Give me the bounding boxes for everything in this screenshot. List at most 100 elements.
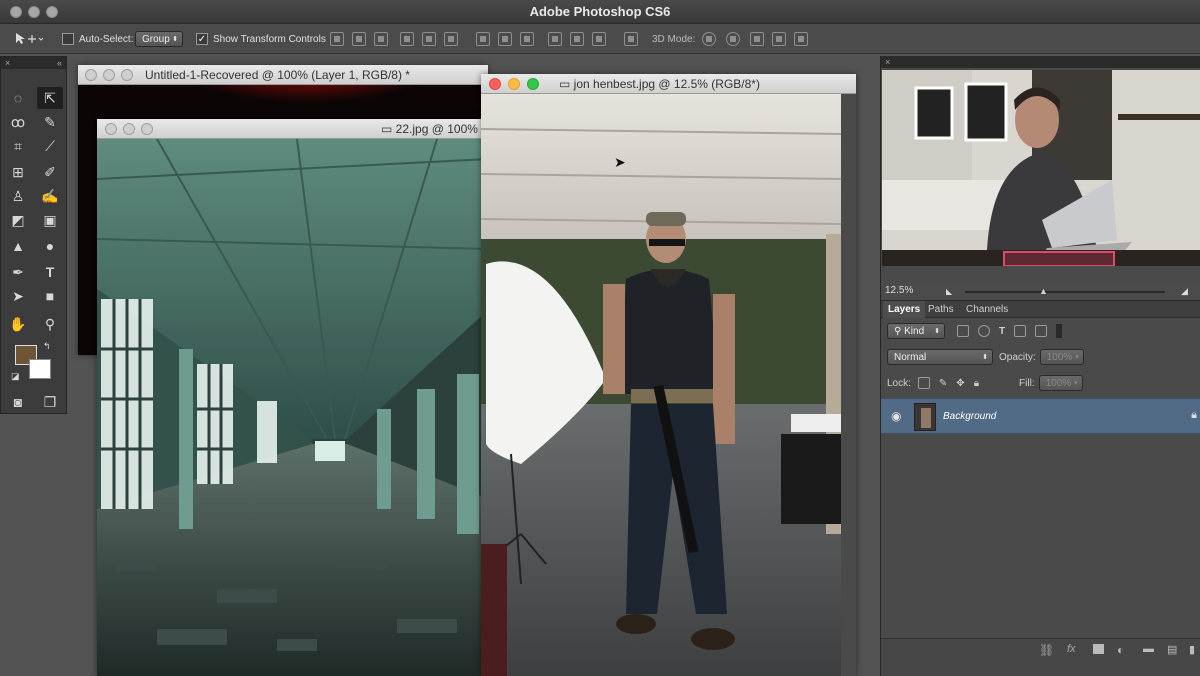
lasso-icon[interactable]: ꝏ <box>5 111 31 133</box>
lock-image-icon[interactable]: ✎ <box>939 378 947 389</box>
lock-all-icon[interactable]: 🔒︎ <box>974 378 979 389</box>
crop-icon[interactable]: ⌗ <box>5 135 31 157</box>
drag-3d-icon[interactable] <box>750 32 764 46</box>
zoom-slider-thumb[interactable]: ▲ <box>1039 286 1048 296</box>
doc-close-button[interactable] <box>105 123 117 135</box>
blend-mode-dropdown[interactable]: Normal ⬍ <box>887 349 993 365</box>
eye-visibility-icon[interactable]: ◉ <box>891 409 901 423</box>
auto-align-icon[interactable] <box>624 32 638 46</box>
filter-smart-object-icon[interactable] <box>1035 325 1048 337</box>
distribute-top-icon[interactable] <box>476 32 490 46</box>
align-vcenter-icon[interactable] <box>352 32 366 46</box>
vertical-scrollbar[interactable] <box>841 94 856 676</box>
align-left-icon[interactable] <box>400 32 414 46</box>
close-panel-icon[interactable]: × <box>5 58 10 68</box>
filter-kind-dropdown[interactable]: ⚲ Kind ⬍ <box>887 323 945 339</box>
screen-mode-icon[interactable]: ❐ <box>37 391 63 413</box>
history-brush-icon[interactable]: ✍ <box>37 185 63 207</box>
filter-toggle-switch[interactable] <box>1056 324 1063 338</box>
lock-position-icon[interactable]: ✥ <box>956 378 964 389</box>
document-title-bar[interactable]: ▭ jon henbest.jpg @ 12.5% (RGB/8*) <box>481 74 856 94</box>
zoom-out-icon[interactable]: ◣ <box>946 287 952 296</box>
link-layers-icon[interactable]: ⛓ <box>1039 643 1054 657</box>
auto-select-dropdown[interactable]: Group ⬍ <box>135 24 183 54</box>
roll-3d-icon[interactable] <box>726 32 740 46</box>
document-canvas[interactable] <box>481 94 841 676</box>
tool-preset-picker[interactable] <box>14 24 44 54</box>
quick-select-icon[interactable]: ✎ <box>37 111 63 133</box>
brush-icon[interactable]: ✐ <box>37 161 63 183</box>
zoom-in-icon[interactable]: ◢ <box>1181 286 1188 297</box>
doc-zoom-button[interactable] <box>527 78 539 90</box>
distribute-vcenter-icon[interactable] <box>498 32 512 46</box>
spot-heal-icon[interactable]: ⊞ <box>5 161 31 183</box>
doc-minimize-button[interactable] <box>123 123 135 135</box>
doc-zoom-button[interactable] <box>141 123 153 135</box>
swap-colors-icon[interactable]: ↰ <box>43 341 51 352</box>
background-color-swatch[interactable] <box>29 359 51 379</box>
show-transform-toggle[interactable]: ✓ Show Transform Controls <box>196 24 326 54</box>
document-title-bar[interactable]: Untitled-1-Recovered @ 100% (Layer 1, RG… <box>78 65 488 85</box>
navigator-zoom-value[interactable]: 12.5% <box>885 285 913 296</box>
auto-select-toggle[interactable]: Auto-Select: <box>62 24 133 54</box>
new-group-icon[interactable]: ▬ <box>1143 643 1154 655</box>
tab-layers[interactable]: Layers <box>883 301 926 318</box>
rotate-3d-icon[interactable] <box>702 32 716 46</box>
collapse-panel-icon[interactable]: « <box>57 57 62 69</box>
align-top-icon[interactable] <box>330 32 344 46</box>
navigator-preview[interactable] <box>882 70 1200 266</box>
layer-name[interactable]: Background <box>943 411 996 422</box>
filter-shape-icon[interactable] <box>1014 325 1027 337</box>
fill-input[interactable]: 100% ▾ <box>1038 375 1083 391</box>
path-select-icon[interactable]: ➤ <box>5 285 31 307</box>
pen-icon[interactable]: ✒ <box>5 261 31 283</box>
filter-adjustment-icon[interactable] <box>978 325 990 337</box>
gradient-icon[interactable]: ▣ <box>37 209 63 231</box>
document-canvas[interactable] <box>97 139 489 676</box>
align-right-icon[interactable] <box>444 32 458 46</box>
filter-pixel-icon[interactable] <box>957 325 969 337</box>
distribute-left-icon[interactable] <box>548 32 562 46</box>
doc-minimize-button[interactable] <box>103 69 115 81</box>
type-icon[interactable]: T <box>37 261 63 283</box>
navigator-header[interactable]: × <box>881 56 1200 68</box>
delete-layer-icon[interactable]: ▮ <box>1189 643 1195 656</box>
zoom-icon[interactable]: ⚲ <box>37 313 63 335</box>
zoom-slider-track[interactable] <box>965 291 1165 293</box>
quick-mask-icon[interactable]: ◙ <box>5 391 31 413</box>
auto-select-checkbox[interactable] <box>62 33 74 45</box>
document-title-bar[interactable]: ▭ 22.jpg @ 100% <box>97 119 489 139</box>
filter-type-icon[interactable]: T <box>999 326 1005 337</box>
document-window-22jpg[interactable]: ▭ 22.jpg @ 100% <box>97 119 489 676</box>
close-panel-icon[interactable]: × <box>885 57 890 67</box>
eraser-icon[interactable]: ◩ <box>5 209 31 231</box>
doc-close-button[interactable] <box>489 78 501 90</box>
default-colors-icon[interactable]: ◪ <box>11 371 20 382</box>
align-hcenter-icon[interactable] <box>422 32 436 46</box>
tab-channels[interactable]: Channels <box>961 301 1013 318</box>
tools-panel-header[interactable]: × « <box>1 57 66 69</box>
marquee-icon[interactable]: ◌ <box>5 87 31 109</box>
new-layer-icon[interactable]: ▤ <box>1167 643 1177 656</box>
scale-3d-icon[interactable] <box>794 32 808 46</box>
distribute-bottom-icon[interactable] <box>520 32 534 46</box>
slide-3d-icon[interactable] <box>772 32 786 46</box>
distribute-right-icon[interactable] <box>592 32 606 46</box>
align-bottom-icon[interactable] <box>374 32 388 46</box>
dodge-icon[interactable]: ● <box>37 235 63 257</box>
blur-icon[interactable]: ▲ <box>5 235 31 257</box>
document-window-jon-henbest[interactable]: ▭ jon henbest.jpg @ 12.5% (RGB/8*) ➤ <box>481 74 856 676</box>
hand-icon[interactable]: ✋ <box>5 313 31 335</box>
show-transform-checkbox[interactable]: ✓ <box>196 33 208 45</box>
add-mask-icon[interactable] <box>1093 644 1104 654</box>
opacity-input[interactable]: 100% ▾ <box>1039 349 1084 365</box>
stamp-icon[interactable]: ♙ <box>5 185 31 207</box>
layer-row-background[interactable]: ◉ Background 🔒︎ <box>881 398 1200 434</box>
move-icon[interactable]: ⇱ <box>37 87 63 109</box>
distribute-hcenter-icon[interactable] <box>570 32 584 46</box>
doc-close-button[interactable] <box>85 69 97 81</box>
doc-minimize-button[interactable] <box>508 78 520 90</box>
lock-transparent-icon[interactable] <box>917 377 930 389</box>
layer-style-icon[interactable]: fx <box>1067 643 1076 655</box>
adjustment-layer-icon[interactable]: ◐ <box>1117 643 1124 657</box>
